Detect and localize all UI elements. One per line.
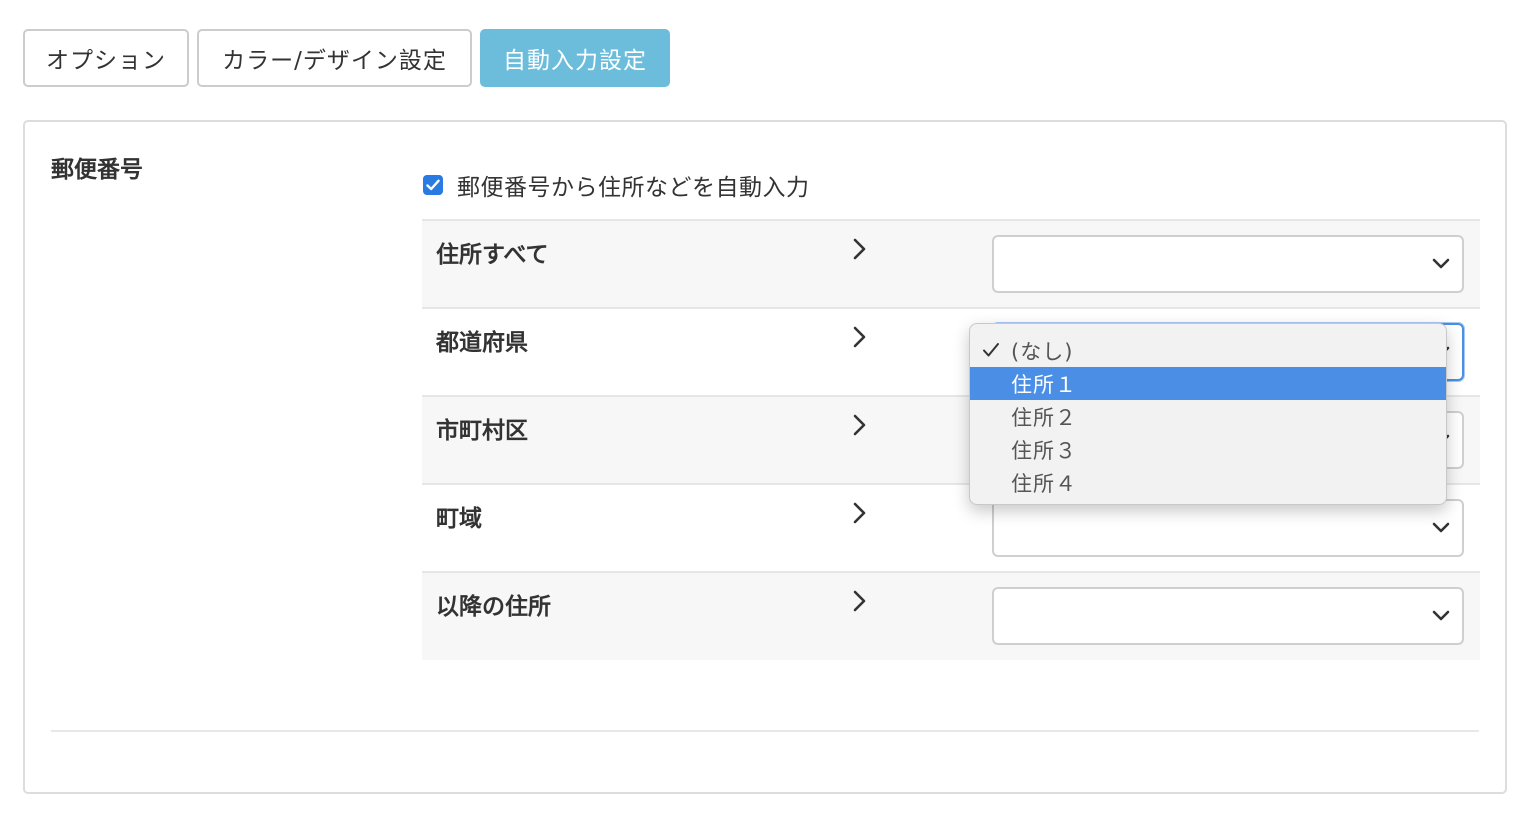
field-label-all-address: 住所すべて <box>436 242 549 268</box>
divider <box>51 730 1479 732</box>
tab-color-design[interactable]: カラー/デザイン設定 <box>197 29 472 87</box>
dropdown-option-address-1[interactable]: 住所１ <box>970 367 1446 400</box>
select-town[interactable] <box>992 499 1464 557</box>
checkmark-icon <box>426 179 440 191</box>
dropdown-option-address-3[interactable]: 住所３ <box>970 433 1446 466</box>
chevron-right-icon <box>853 590 866 612</box>
field-row-rest-address: 以降の住所 <box>422 571 1480 660</box>
tab-auto-input[interactable]: 自動入力設定 <box>480 29 670 87</box>
dropdown-option-label: 住所３ <box>1011 438 1077 463</box>
chevron-right-icon <box>853 326 866 348</box>
dropdown-option-label: (なし) <box>1011 339 1074 364</box>
field-label-prefecture: 都道府県 <box>436 330 528 356</box>
dropdown-option-label: 住所４ <box>1011 471 1077 496</box>
select-rest-address[interactable] <box>992 587 1464 645</box>
prefecture-dropdown-menu: (なし) 住所１ 住所２ 住所３ 住所４ <box>969 323 1447 505</box>
auto-input-checkbox-row[interactable]: 郵便番号から住所などを自動入力 <box>423 168 810 202</box>
chevron-down-icon <box>1432 258 1450 269</box>
field-label-rest-address: 以降の住所 <box>436 594 551 620</box>
field-row-all-address: 住所すべて <box>422 219 1480 307</box>
field-label-city: 市町村区 <box>436 418 528 444</box>
auto-input-checkbox-label: 郵便番号から住所などを自動入力 <box>457 175 810 201</box>
tab-options[interactable]: オプション <box>23 29 189 87</box>
dropdown-option-none[interactable]: (なし) <box>970 334 1446 367</box>
dropdown-option-label: 住所２ <box>1011 405 1077 430</box>
chevron-down-icon <box>1432 610 1450 621</box>
chevron-right-icon <box>853 414 866 436</box>
dropdown-option-address-2[interactable]: 住所２ <box>970 400 1446 433</box>
dropdown-option-address-4[interactable]: 住所４ <box>970 466 1446 499</box>
select-all-address[interactable] <box>992 235 1464 293</box>
field-label-town: 町域 <box>436 506 482 532</box>
chevron-down-icon <box>1432 522 1450 533</box>
dropdown-option-label: 住所１ <box>1011 372 1077 397</box>
chevron-right-icon <box>853 502 866 524</box>
section-title: 郵便番号 <box>51 157 143 183</box>
chevron-right-icon <box>853 238 866 260</box>
checkmark-icon <box>983 343 999 357</box>
auto-input-checkbox[interactable] <box>423 175 443 195</box>
